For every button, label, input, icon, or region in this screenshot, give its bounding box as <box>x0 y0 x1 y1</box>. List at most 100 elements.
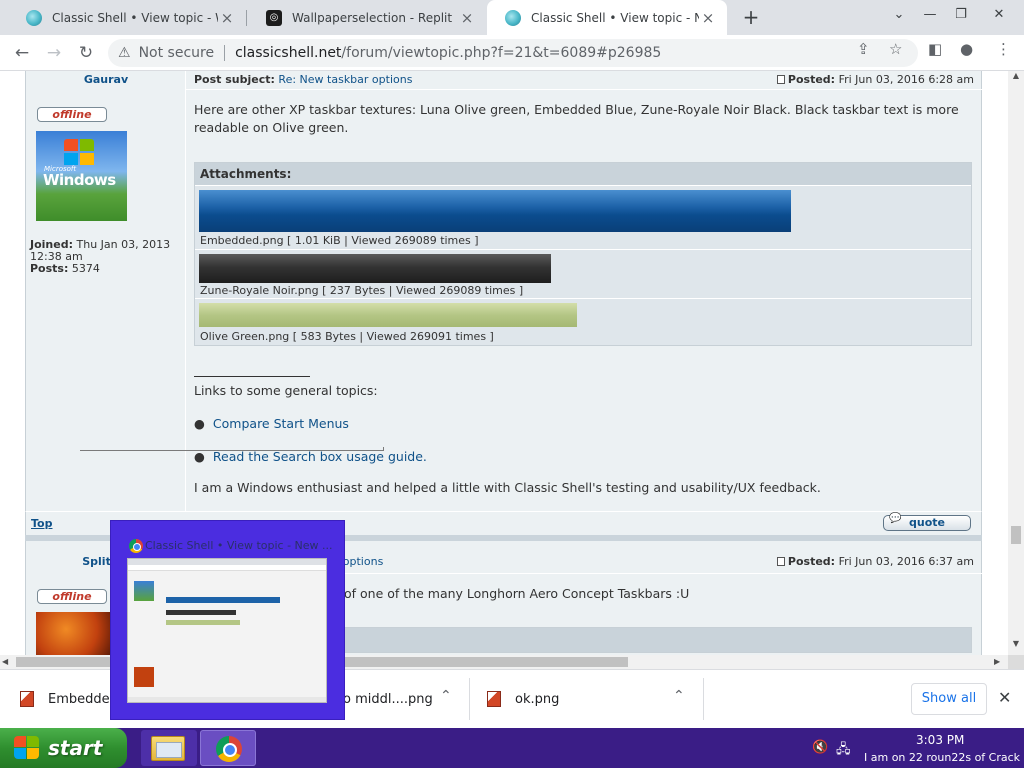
profile-info: Joined: Thu Jan 03, 2013 12:38 am Posts:… <box>30 239 180 275</box>
download-item[interactable]: Embedded <box>20 680 118 718</box>
reload-button[interactable]: ↻ <box>72 39 100 67</box>
new-tab-button[interactable]: + <box>738 5 764 31</box>
thumbnail-screen <box>127 558 327 703</box>
attachments-box: Attachments: Embedded.png [ 1.01 KiB | V… <box>194 162 972 346</box>
author-name[interactable]: Splitw <box>26 555 121 568</box>
show-all-button[interactable]: Show all <box>911 683 987 715</box>
share-icon[interactable]: ⇪ <box>857 40 870 58</box>
scroll-down-icon[interactable]: ▼ <box>1008 639 1024 648</box>
folder-icon <box>151 736 185 761</box>
download-item[interactable]: o middl....png <box>343 680 433 718</box>
side-panel-icon[interactable]: ◧ <box>928 40 942 58</box>
top-link[interactable]: Top <box>31 517 52 530</box>
status-badge: offline <box>37 107 107 122</box>
tab-search-dropdown-icon[interactable]: ⌄ <box>884 2 914 28</box>
thumb-olive-bar <box>166 620 240 625</box>
post-doc-icon[interactable] <box>776 557 785 566</box>
chrome-icon <box>216 736 242 762</box>
windows-flag-icon <box>64 139 96 167</box>
taskbar: start 🔇 🖧 3:03 PM I am on 22 roun22s of … <box>0 728 1024 768</box>
search-box-guide-link[interactable]: Read the Search box usage guide. <box>213 449 427 464</box>
tab-classic-shell-windows7[interactable]: Classic Shell • View topic - Windows 7 t… <box>8 0 246 35</box>
thumb-avatar <box>134 667 154 687</box>
network-icon[interactable]: 🖧 <box>836 740 851 762</box>
download-filename: ok.png <box>515 691 560 707</box>
start-label: start <box>48 736 103 760</box>
compare-start-menus-link[interactable]: Compare Start Menus <box>213 416 349 431</box>
post-doc-icon[interactable] <box>776 75 785 84</box>
attachment-item: Olive Green.png [ 583 Bytes | Viewed 269… <box>195 298 971 345</box>
download-separator <box>469 678 470 720</box>
forward-button[interactable]: → <box>40 39 68 67</box>
quote-button[interactable]: 💬 quote <box>883 513 971 531</box>
url-path: /forum/viewtopic.php?f=21&t=6089#p26985 <box>341 45 662 61</box>
attachment-caption: Embedded.png [ 1.01 KiB | Viewed 269089 … <box>200 234 479 247</box>
posted-date: Fri Jun 03, 2016 6:37 am <box>838 555 974 568</box>
thumb-avatar <box>134 581 154 601</box>
post-subject-bar: Post subject: Re: New taskbar options Po… <box>194 73 974 87</box>
post-author-column: Gaurav offline Microsoft Windows Joined:… <box>26 71 186 511</box>
address-bar[interactable]: ⚠ Not secure classicshell.net/forum/view… <box>108 39 918 67</box>
tab-replit[interactable]: ◎ Wallpaperselection - Replit × <box>248 0 486 35</box>
chevron-up-icon[interactable]: ⌃ <box>673 688 685 704</box>
tab-close-icon[interactable]: × <box>699 9 717 27</box>
close-icon[interactable]: ✕ <box>998 688 1011 707</box>
not-secure-label[interactable]: Not secure <box>139 45 215 61</box>
subject-link[interactable]: Re: New taskbar options <box>278 73 412 86</box>
scroll-left-icon[interactable]: ◀ <box>2 655 8 669</box>
taskbar-thumbnail-preview[interactable]: Classic Shell • View topic - New ... <box>110 520 345 720</box>
tab-classic-shell-new-taskbar[interactable]: Classic Shell • View topic - New taskbar… <box>487 0 727 35</box>
thumb-black-bar <box>166 610 236 615</box>
scroll-thumb[interactable] <box>1011 526 1021 544</box>
scroll-corner <box>1008 655 1024 669</box>
attachment-image-embedded[interactable] <box>199 190 791 232</box>
taskbar-explorer-button[interactable] <box>141 730 197 766</box>
list-item: ● Compare Start Menus <box>194 416 349 431</box>
address-divider <box>224 45 226 61</box>
browser-toolbar: ← → ↻ ⚠ Not secure classicshell.net/foru… <box>0 35 1024 71</box>
window-close-button[interactable]: ✕ <box>984 2 1014 28</box>
posts-label: Posts: <box>30 262 69 275</box>
bookmark-star-icon[interactable]: ☆ <box>889 40 902 58</box>
tray-message: I am on 22 roun22s of Crack <box>864 751 1021 764</box>
volume-muted-icon[interactable]: 🔇 <box>812 740 828 755</box>
chevron-up-icon[interactable]: ⌃ <box>440 688 452 704</box>
profile-avatar-icon[interactable]: ● <box>960 40 973 58</box>
posted-date: Fri Jun 03, 2016 6:28 am <box>838 73 974 86</box>
signature-text: I am a Windows enthusiast and helped a l… <box>194 480 821 495</box>
minimize-button[interactable]: — <box>915 2 945 28</box>
attachment-image-olive[interactable] <box>199 303 577 327</box>
chrome-icon <box>129 539 143 553</box>
quote-label: quote <box>909 516 945 529</box>
thumb-shelf <box>128 697 326 702</box>
attachment-image-zune[interactable] <box>199 254 551 283</box>
vertical-scrollbar[interactable]: ▲ ▼ <box>1008 71 1024 655</box>
tab-close-icon[interactable]: × <box>218 9 236 27</box>
clock[interactable]: 3:03 PM <box>916 733 964 747</box>
post-body: Post subject: Re: New taskbar options Po… <box>186 71 982 511</box>
tab-close-icon[interactable]: × <box>458 9 476 27</box>
download-item[interactable]: ok.png <box>487 680 559 718</box>
start-button[interactable]: start <box>0 728 127 768</box>
warning-icon[interactable]: ⚠ <box>118 45 131 61</box>
thumb-toolbar <box>128 565 326 571</box>
classic-shell-icon <box>505 9 521 26</box>
avatar-brand: Windows <box>43 171 116 189</box>
restore-button[interactable]: ❐ <box>946 2 976 28</box>
menu-kebab-icon[interactable]: ⋮ <box>996 40 1011 58</box>
post-text: Here are other XP taskbar textures: Luna… <box>194 102 959 135</box>
author-name[interactable]: Gaurav <box>26 73 186 86</box>
thumb-blue-bar <box>166 597 280 603</box>
replit-icon: ◎ <box>266 9 282 26</box>
scroll-up-icon[interactable]: ▲ <box>1008 71 1024 80</box>
scroll-right-icon[interactable]: ▶ <box>994 655 1000 669</box>
posted-info: Posted: Fri Jun 03, 2016 6:28 am <box>776 73 974 86</box>
posted-label: Posted: <box>787 73 836 86</box>
taskbar-chrome-button[interactable] <box>200 730 256 766</box>
forum-post: Gaurav offline Microsoft Windows Joined:… <box>25 71 982 511</box>
subject-divider <box>186 89 982 90</box>
back-button[interactable]: ← <box>8 39 36 67</box>
status-badge: offline <box>37 589 107 604</box>
download-separator <box>703 678 704 720</box>
system-tray: 🔇 🖧 3:03 PM I am on 22 roun22s of Crack <box>806 728 1024 768</box>
